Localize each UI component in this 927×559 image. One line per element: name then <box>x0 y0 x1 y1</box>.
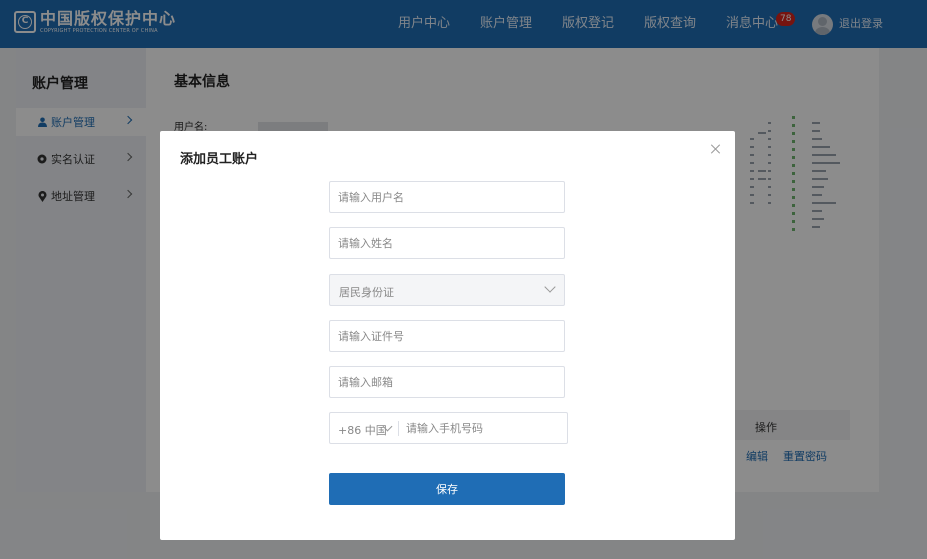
save-button[interactable]: 保存 <box>329 473 565 505</box>
id-number-input[interactable] <box>329 320 565 352</box>
country-code-select[interactable]: +86 中国 <box>338 422 387 438</box>
phone-input[interactable] <box>406 414 561 442</box>
username-input[interactable] <box>329 181 565 213</box>
divider <box>398 421 399 436</box>
chevron-down-icon <box>544 281 556 293</box>
close-icon[interactable] <box>710 143 722 155</box>
phone-field: +86 中国 <box>329 412 568 444</box>
email-input[interactable] <box>329 366 565 398</box>
dialog-title: 添加员工账户 <box>180 152 259 167</box>
add-staff-account-dialog: 添加员工账户 居民身份证 +86 中国 保存 <box>160 131 735 540</box>
id-type-select[interactable]: 居民身份证 <box>329 274 565 306</box>
id-type-value: 居民身份证 <box>339 286 394 299</box>
name-input[interactable] <box>329 227 565 259</box>
